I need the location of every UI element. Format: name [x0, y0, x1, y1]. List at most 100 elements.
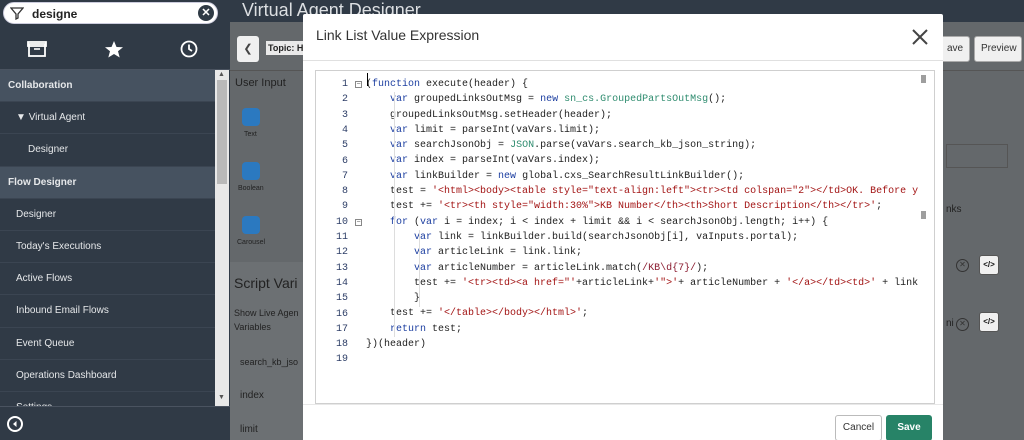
indent-guide [419, 230, 420, 307]
property-field[interactable] [946, 144, 1008, 168]
nav-footer [0, 406, 230, 440]
scroll-thumb[interactable] [217, 80, 227, 184]
line-number: 10 [335, 216, 348, 228]
indent-guide [394, 92, 395, 338]
nav-section-collaboration[interactable]: Collaboration [0, 70, 215, 103]
code-line[interactable]: var articleNumber = articleLink.match(/K… [366, 261, 934, 276]
caret-down-icon: ▼ [16, 112, 29, 124]
clear-filter-icon[interactable]: ✕ [198, 5, 214, 21]
code-line[interactable]: return test; [366, 322, 934, 337]
line-number: 15 [335, 293, 348, 305]
scroll-marker [921, 211, 926, 219]
footer-divider [303, 404, 943, 405]
code-line[interactable]: var limit = parseInt(vaVars.limit); [366, 123, 934, 138]
header-divider [303, 60, 943, 61]
line-number: 8 [341, 186, 348, 198]
archive-icon[interactable] [26, 39, 50, 61]
code-editor[interactable]: 1−2 3 4 5 6 7 8 9 10−11 12 13 14 15 16 17 18 19 (functio… [315, 70, 935, 404]
user-input-heading: User Input [235, 77, 286, 89]
line-number: 1 [341, 79, 348, 90]
clear-icon[interactable]: ✕ [956, 318, 969, 331]
line-number: 7 [341, 170, 348, 182]
filter-text: designe [32, 7, 78, 21]
fold-toggle-icon[interactable]: − [355, 218, 362, 226]
nav-item-va-designer[interactable]: Designer [0, 134, 215, 167]
clear-icon[interactable]: ✕ [956, 259, 969, 272]
variable-row[interactable]: search_kb_jso [240, 357, 298, 367]
nav-section-flow-designer[interactable]: Flow Designer [0, 166, 215, 199]
code-line[interactable]: var linkBuilder = new global.cxs_SearchR… [366, 169, 934, 184]
show-live-label: Show Live Agen [234, 308, 299, 318]
filter-icon [9, 6, 25, 25]
back-button[interactable]: ❮ [237, 36, 259, 62]
nav-list: Collaboration ▼ Virtual Agent Designer F… [0, 70, 215, 412]
code-line[interactable]: })(header) [366, 337, 934, 352]
code-line[interactable] [366, 352, 934, 367]
nav-item-designer[interactable]: Designer [0, 199, 215, 231]
save-button[interactable]: Save [886, 415, 932, 440]
line-number: 4 [341, 124, 348, 136]
line-number: 3 [341, 109, 348, 121]
nav-tabs [0, 30, 230, 70]
boolean-input-icon[interactable] [242, 162, 260, 180]
nav-item-todays-executions[interactable]: Today's Executions [0, 231, 215, 264]
topic-label: Topic: H [266, 41, 306, 55]
cancel-button[interactable]: Cancel [835, 415, 882, 440]
code-editor-button[interactable]: </> [979, 312, 999, 332]
code-line[interactable]: var groupedLinksOutMsg = new sn_cs.Group… [366, 92, 934, 107]
collapse-nav-icon[interactable] [7, 416, 23, 432]
line-number: 2 [341, 94, 348, 106]
scroll-up-icon[interactable]: ▲ [218, 71, 225, 78]
code-line[interactable]: groupedLinksOutMsg.setHeader(header); [366, 108, 934, 123]
line-number: 9 [341, 201, 348, 213]
text-input-label: Text [244, 131, 257, 138]
star-icon[interactable] [103, 39, 127, 61]
line-number: 17 [335, 323, 348, 335]
code-editor-button[interactable]: </> [979, 255, 999, 275]
nav-item-operations-dashboard[interactable]: Operations Dashboard [0, 360, 215, 392]
property-text: nks [946, 204, 962, 215]
code-line[interactable]: var articleLink = link.link; [366, 245, 934, 260]
code-line[interactable]: test += '<tr><th style="width:30%">KB Nu… [366, 199, 934, 214]
nav-scrollbar[interactable]: ▲ ▼ [215, 70, 229, 406]
code-line[interactable]: var index = parseInt(vaVars.index); [366, 153, 934, 168]
nav-item-inbound-email-flows[interactable]: Inbound Email Flows [0, 295, 215, 328]
code-line[interactable]: } [366, 291, 934, 306]
close-icon[interactable] [910, 27, 930, 47]
variable-row[interactable]: limit [240, 424, 258, 435]
nav-filter-input[interactable]: designe ✕ [3, 2, 218, 24]
line-number: 11 [335, 232, 348, 243]
scroll-marker [921, 75, 926, 83]
screen: designe ✕ Collaboration ▼ Virtual Agent … [0, 0, 1024, 440]
code-line[interactable]: test += '</table></body></html>'; [366, 306, 934, 321]
code-line[interactable]: test = '<html><body><table style="text-a… [366, 184, 934, 199]
code-line[interactable]: var link = linkBuilder.build(searchJsonO… [366, 230, 934, 245]
carousel-input-icon[interactable] [242, 216, 260, 234]
code-line[interactable]: var searchJsonObj = JSON.parse(vaVars.se… [366, 138, 934, 153]
line-number: 12 [335, 247, 348, 259]
dialog-title: Link List Value Expression [316, 27, 480, 43]
nav-item-active-flows[interactable]: Active Flows [0, 263, 215, 296]
link-list-value-expression-dialog: Link List Value Expression 1−2 3 4 5 6 7 8 9 10−… [303, 14, 943, 440]
line-number: 16 [335, 308, 348, 320]
variables-label: Variables [234, 322, 271, 332]
boolean-input-label: Boolean [238, 185, 264, 192]
nav-module-virtual-agent[interactable]: ▼ Virtual Agent [0, 102, 215, 135]
carousel-input-label: Carousel [237, 239, 266, 246]
navigator: designe ✕ Collaboration ▼ Virtual Agent … [0, 0, 230, 440]
text-cursor [367, 73, 368, 86]
scroll-down-icon[interactable]: ▼ [218, 394, 225, 401]
code-area[interactable]: (function execute(header) { var groupedL… [366, 71, 934, 403]
nav-item-event-queue[interactable]: Event Queue [0, 328, 215, 360]
code-line[interactable]: (function execute(header) { [366, 77, 934, 92]
code-line[interactable]: for (var i = index; i < index + limit &&… [366, 215, 934, 230]
text-input-icon[interactable] [242, 108, 260, 126]
variable-row[interactable]: index [240, 390, 264, 401]
save-topic-button[interactable]: ave [940, 36, 971, 62]
preview-button[interactable]: Preview [974, 36, 1022, 62]
line-number: 13 [335, 262, 348, 274]
history-icon[interactable] [178, 39, 202, 61]
fold-toggle-icon[interactable]: − [355, 81, 362, 88]
code-line[interactable]: test += '<tr><td><a href="'+articleLink+… [366, 276, 934, 291]
line-number: 14 [335, 277, 348, 289]
